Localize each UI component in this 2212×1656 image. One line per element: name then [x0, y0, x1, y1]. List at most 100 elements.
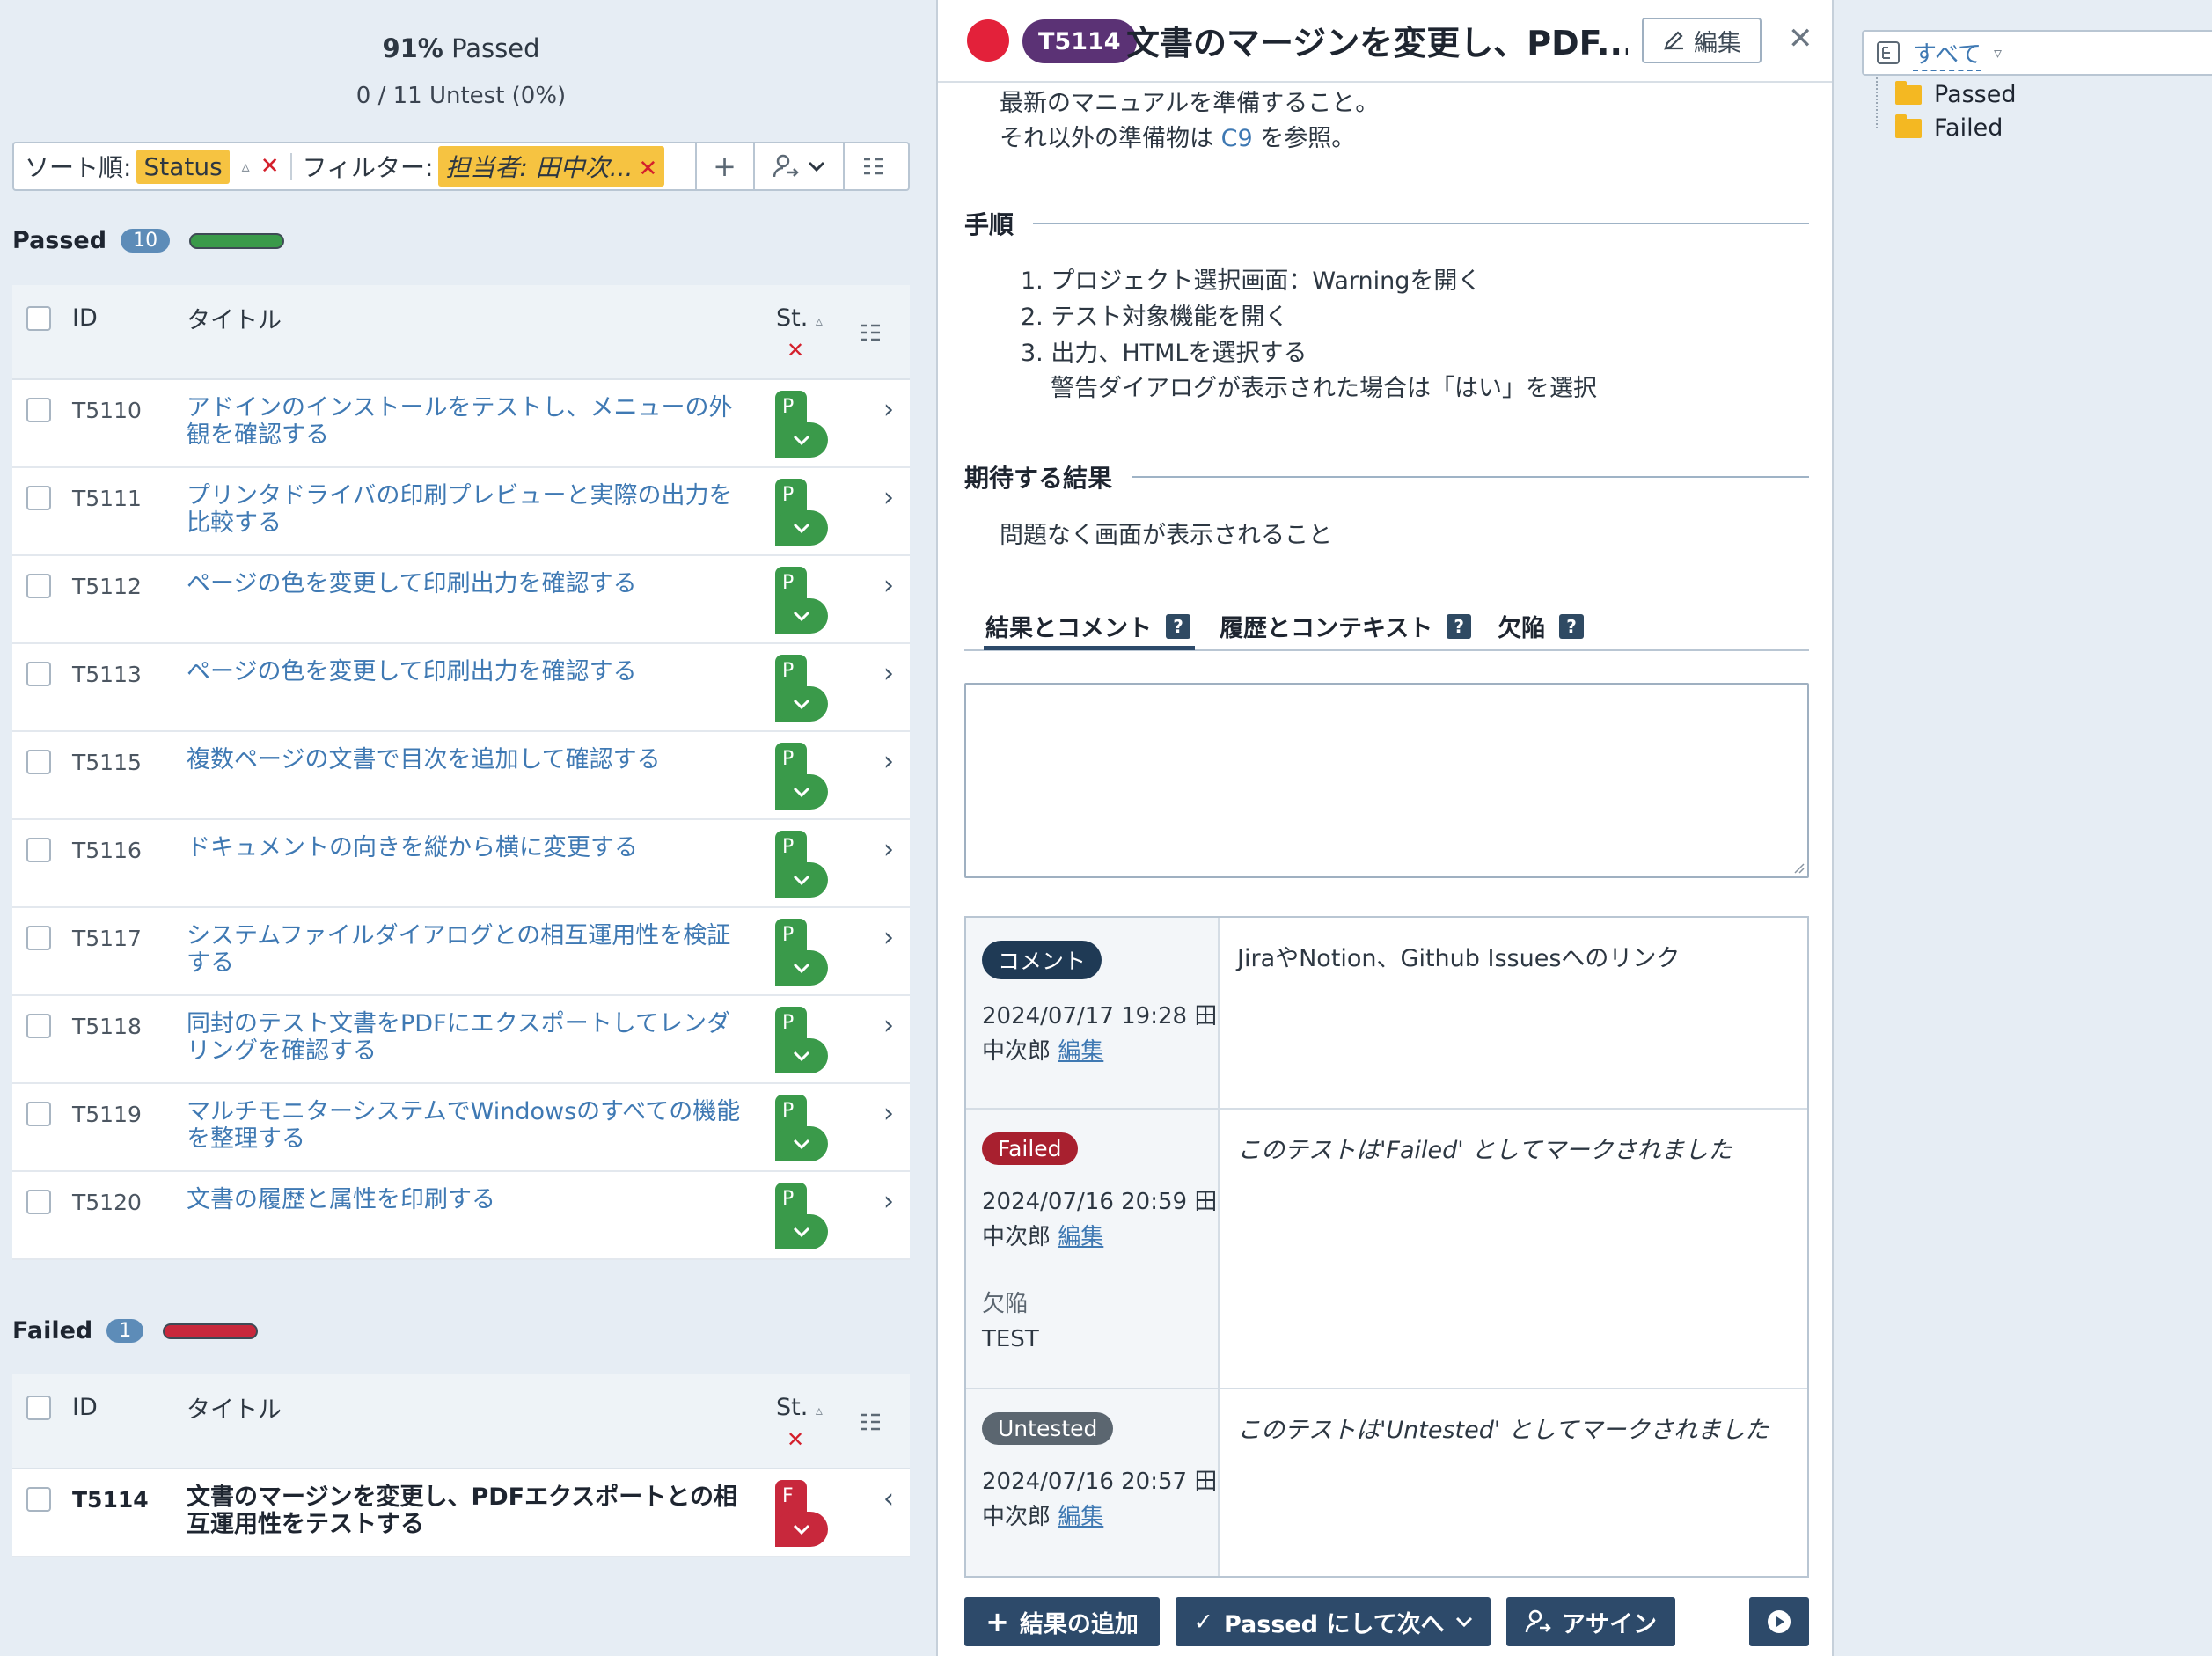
table-row[interactable]: T5120 文書の履歴と属性を印刷する P ›	[12, 1172, 910, 1260]
tree-item-failed[interactable]: Failed	[1895, 114, 2003, 142]
columns-button[interactable]	[842, 143, 903, 189]
row-checkbox[interactable]	[26, 838, 51, 862]
chevron-right-icon[interactable]: ›	[883, 922, 894, 953]
row-title-link[interactable]: ページの色を変更して印刷出力を確認する	[187, 658, 750, 685]
caret-down-icon[interactable]: ▿	[1994, 44, 2002, 62]
row-checkbox[interactable]	[26, 1102, 51, 1126]
row-title-link[interactable]: 文書のマージンを変更し、PDFエクスポートとの相互運用性をテストする	[187, 1484, 750, 1538]
columns-icon[interactable]	[859, 322, 882, 343]
col-id[interactable]: ID	[72, 1394, 98, 1421]
assign-button[interactable]: アサイン	[1506, 1597, 1675, 1646]
status-dropdown[interactable]: P	[775, 1095, 828, 1161]
status-dropdown[interactable]: F	[775, 1480, 828, 1547]
col-status[interactable]: St. ▵	[776, 1394, 823, 1421]
remove-filter-icon[interactable]: ✕	[638, 156, 657, 182]
row-title-link[interactable]: 同封のテスト文書をPDFにエクスポートしてレンダリングを確認する	[187, 1010, 750, 1065]
tab-results-comments[interactable]: 結果とコメント?	[985, 609, 1190, 643]
chevron-left-icon[interactable]: ‹	[883, 1484, 894, 1514]
col-id[interactable]: ID	[72, 304, 98, 332]
table-row[interactable]: T5110 アドインのインストールをテストし、メニューの外観を確認する P ›	[12, 380, 910, 468]
filter-control[interactable]: フィルター: 担当者: 田中次... ✕	[292, 143, 695, 189]
row-checkbox[interactable]	[26, 1014, 51, 1038]
chevron-down-icon[interactable]	[1455, 1616, 1473, 1628]
assign-filter-dropdown[interactable]	[752, 143, 843, 189]
help-icon[interactable]: ?	[1166, 613, 1190, 639]
edit-link[interactable]: 編集	[1058, 1504, 1103, 1530]
select-all-checkbox[interactable]	[26, 306, 51, 331]
status-dropdown[interactable]: P	[775, 743, 828, 810]
defect-link[interactable]: TEST	[982, 1322, 1218, 1357]
row-title-link[interactable]: マルチモニターシステムでWindowsのすべての機能を整理する	[187, 1098, 750, 1153]
chevron-right-icon[interactable]: ›	[883, 1186, 894, 1217]
row-title-link[interactable]: 複数ページの文書で目次を追加して確認する	[187, 746, 750, 773]
row-checkbox[interactable]	[26, 926, 51, 950]
chevron-right-icon[interactable]: ›	[883, 834, 894, 865]
row-title-link[interactable]: アドインのインストールをテストし、メニューの外観を確認する	[187, 394, 750, 449]
row-title-link[interactable]: ページの色を変更して印刷出力を確認する	[187, 570, 750, 597]
add-result-button[interactable]: + 結果の追加	[964, 1597, 1160, 1646]
sort-direction-icon[interactable]: ▵	[242, 158, 250, 176]
status-dropdown[interactable]: P	[775, 919, 828, 986]
table-row[interactable]: T5113 ページの色を変更して印刷出力を確認する P ›	[12, 644, 910, 732]
table-row[interactable]: T5114 文書のマージンを変更し、PDFエクスポートとの相互運用性をテストする F…	[12, 1469, 910, 1557]
table-row[interactable]: T5117 システムファイルダイアログとの相互運用性を検証する P ›	[12, 908, 910, 996]
row-title-link[interactable]: ドキュメントの向きを縦から横に変更する	[187, 834, 750, 861]
col-status[interactable]: St. ▵	[776, 304, 823, 332]
table-row[interactable]: T5118 同封のテスト文書をPDFにエクスポートしてレンダリングを確認する P ›	[12, 996, 910, 1084]
table-row[interactable]: T5112 ページの色を変更して印刷出力を確認する P ›	[12, 556, 910, 644]
edit-button[interactable]: 編集	[1642, 18, 1762, 63]
sort-chip[interactable]: Status	[136, 149, 230, 184]
c9-link[interactable]: C9	[1221, 125, 1253, 152]
help-icon[interactable]: ?	[1559, 613, 1584, 639]
table-row[interactable]: T5119 マルチモニターシステムでWindowsのすべての機能を整理する P ›	[12, 1084, 910, 1172]
row-checkbox[interactable]	[26, 662, 51, 686]
resize-handle-icon[interactable]	[1791, 861, 1805, 875]
sort-control[interactable]: ソート順: Status ▵ ✕	[14, 143, 290, 189]
chevron-right-icon[interactable]: ›	[883, 658, 894, 689]
edit-link[interactable]: 編集	[1058, 1038, 1103, 1065]
status-dropdown[interactable]: P	[775, 1183, 828, 1249]
clear-status-sort-icon[interactable]: ✕	[787, 1427, 804, 1452]
row-checkbox[interactable]	[26, 486, 51, 510]
table-row[interactable]: T5116 ドキュメントの向きを縦から横に変更する P ›	[12, 820, 910, 908]
tree-root[interactable]: すべて ▿	[1862, 30, 2212, 76]
row-checkbox[interactable]	[26, 1190, 51, 1214]
clear-status-sort-icon[interactable]: ✕	[787, 338, 804, 363]
chevron-right-icon[interactable]: ›	[883, 570, 894, 601]
tab-history-context[interactable]: 履歴とコンテキスト?	[1220, 609, 1472, 643]
edit-link[interactable]: 編集	[1058, 1224, 1103, 1250]
row-checkbox[interactable]	[26, 1487, 51, 1512]
chevron-right-icon[interactable]: ›	[883, 482, 894, 513]
col-title[interactable]: タイトル	[187, 301, 282, 335]
status-dropdown[interactable]: P	[775, 1007, 828, 1073]
chevron-right-icon[interactable]: ›	[883, 394, 894, 425]
tab-defects[interactable]: 欠陥?	[1498, 609, 1584, 643]
status-dropdown[interactable]: P	[775, 831, 828, 898]
add-filter-button[interactable]: +	[694, 143, 753, 189]
remove-sort-icon[interactable]: ✕	[260, 153, 280, 180]
select-all-checkbox[interactable]	[26, 1396, 51, 1420]
status-dropdown[interactable]: P	[775, 391, 828, 458]
close-icon[interactable]: ✕	[1788, 21, 1813, 56]
row-title-link[interactable]: 文書の履歴と属性を印刷する	[187, 1186, 750, 1213]
chevron-right-icon[interactable]: ›	[883, 746, 894, 777]
row-title-link[interactable]: プリンタドライバの印刷プレビューと実際の出力を比較する	[187, 482, 750, 537]
row-checkbox[interactable]	[26, 398, 51, 422]
chevron-right-icon[interactable]: ›	[883, 1098, 894, 1129]
comment-textarea[interactable]	[964, 683, 1809, 878]
row-title-link[interactable]: システムファイルダイアログとの相互運用性を検証する	[187, 922, 750, 977]
status-dropdown[interactable]: P	[775, 479, 828, 546]
table-row[interactable]: T5115 複数ページの文書で目次を追加して確認する P ›	[12, 732, 910, 820]
row-checkbox[interactable]	[26, 574, 51, 598]
row-checkbox[interactable]	[26, 750, 51, 774]
col-title[interactable]: タイトル	[187, 1390, 282, 1425]
status-dropdown[interactable]: P	[775, 655, 828, 722]
help-icon[interactable]: ?	[1447, 613, 1472, 639]
filter-chip[interactable]: 担当者: 田中次... ✕	[438, 146, 665, 187]
tree-root-label[interactable]: すべて	[1913, 35, 1982, 71]
play-button[interactable]	[1749, 1597, 1809, 1646]
chevron-right-icon[interactable]: ›	[883, 1010, 894, 1041]
tree-item-passed[interactable]: Passed	[1895, 80, 2017, 108]
table-row[interactable]: T5111 プリンタドライバの印刷プレビューと実際の出力を比較する P ›	[12, 468, 910, 556]
status-dropdown[interactable]: P	[775, 567, 828, 634]
